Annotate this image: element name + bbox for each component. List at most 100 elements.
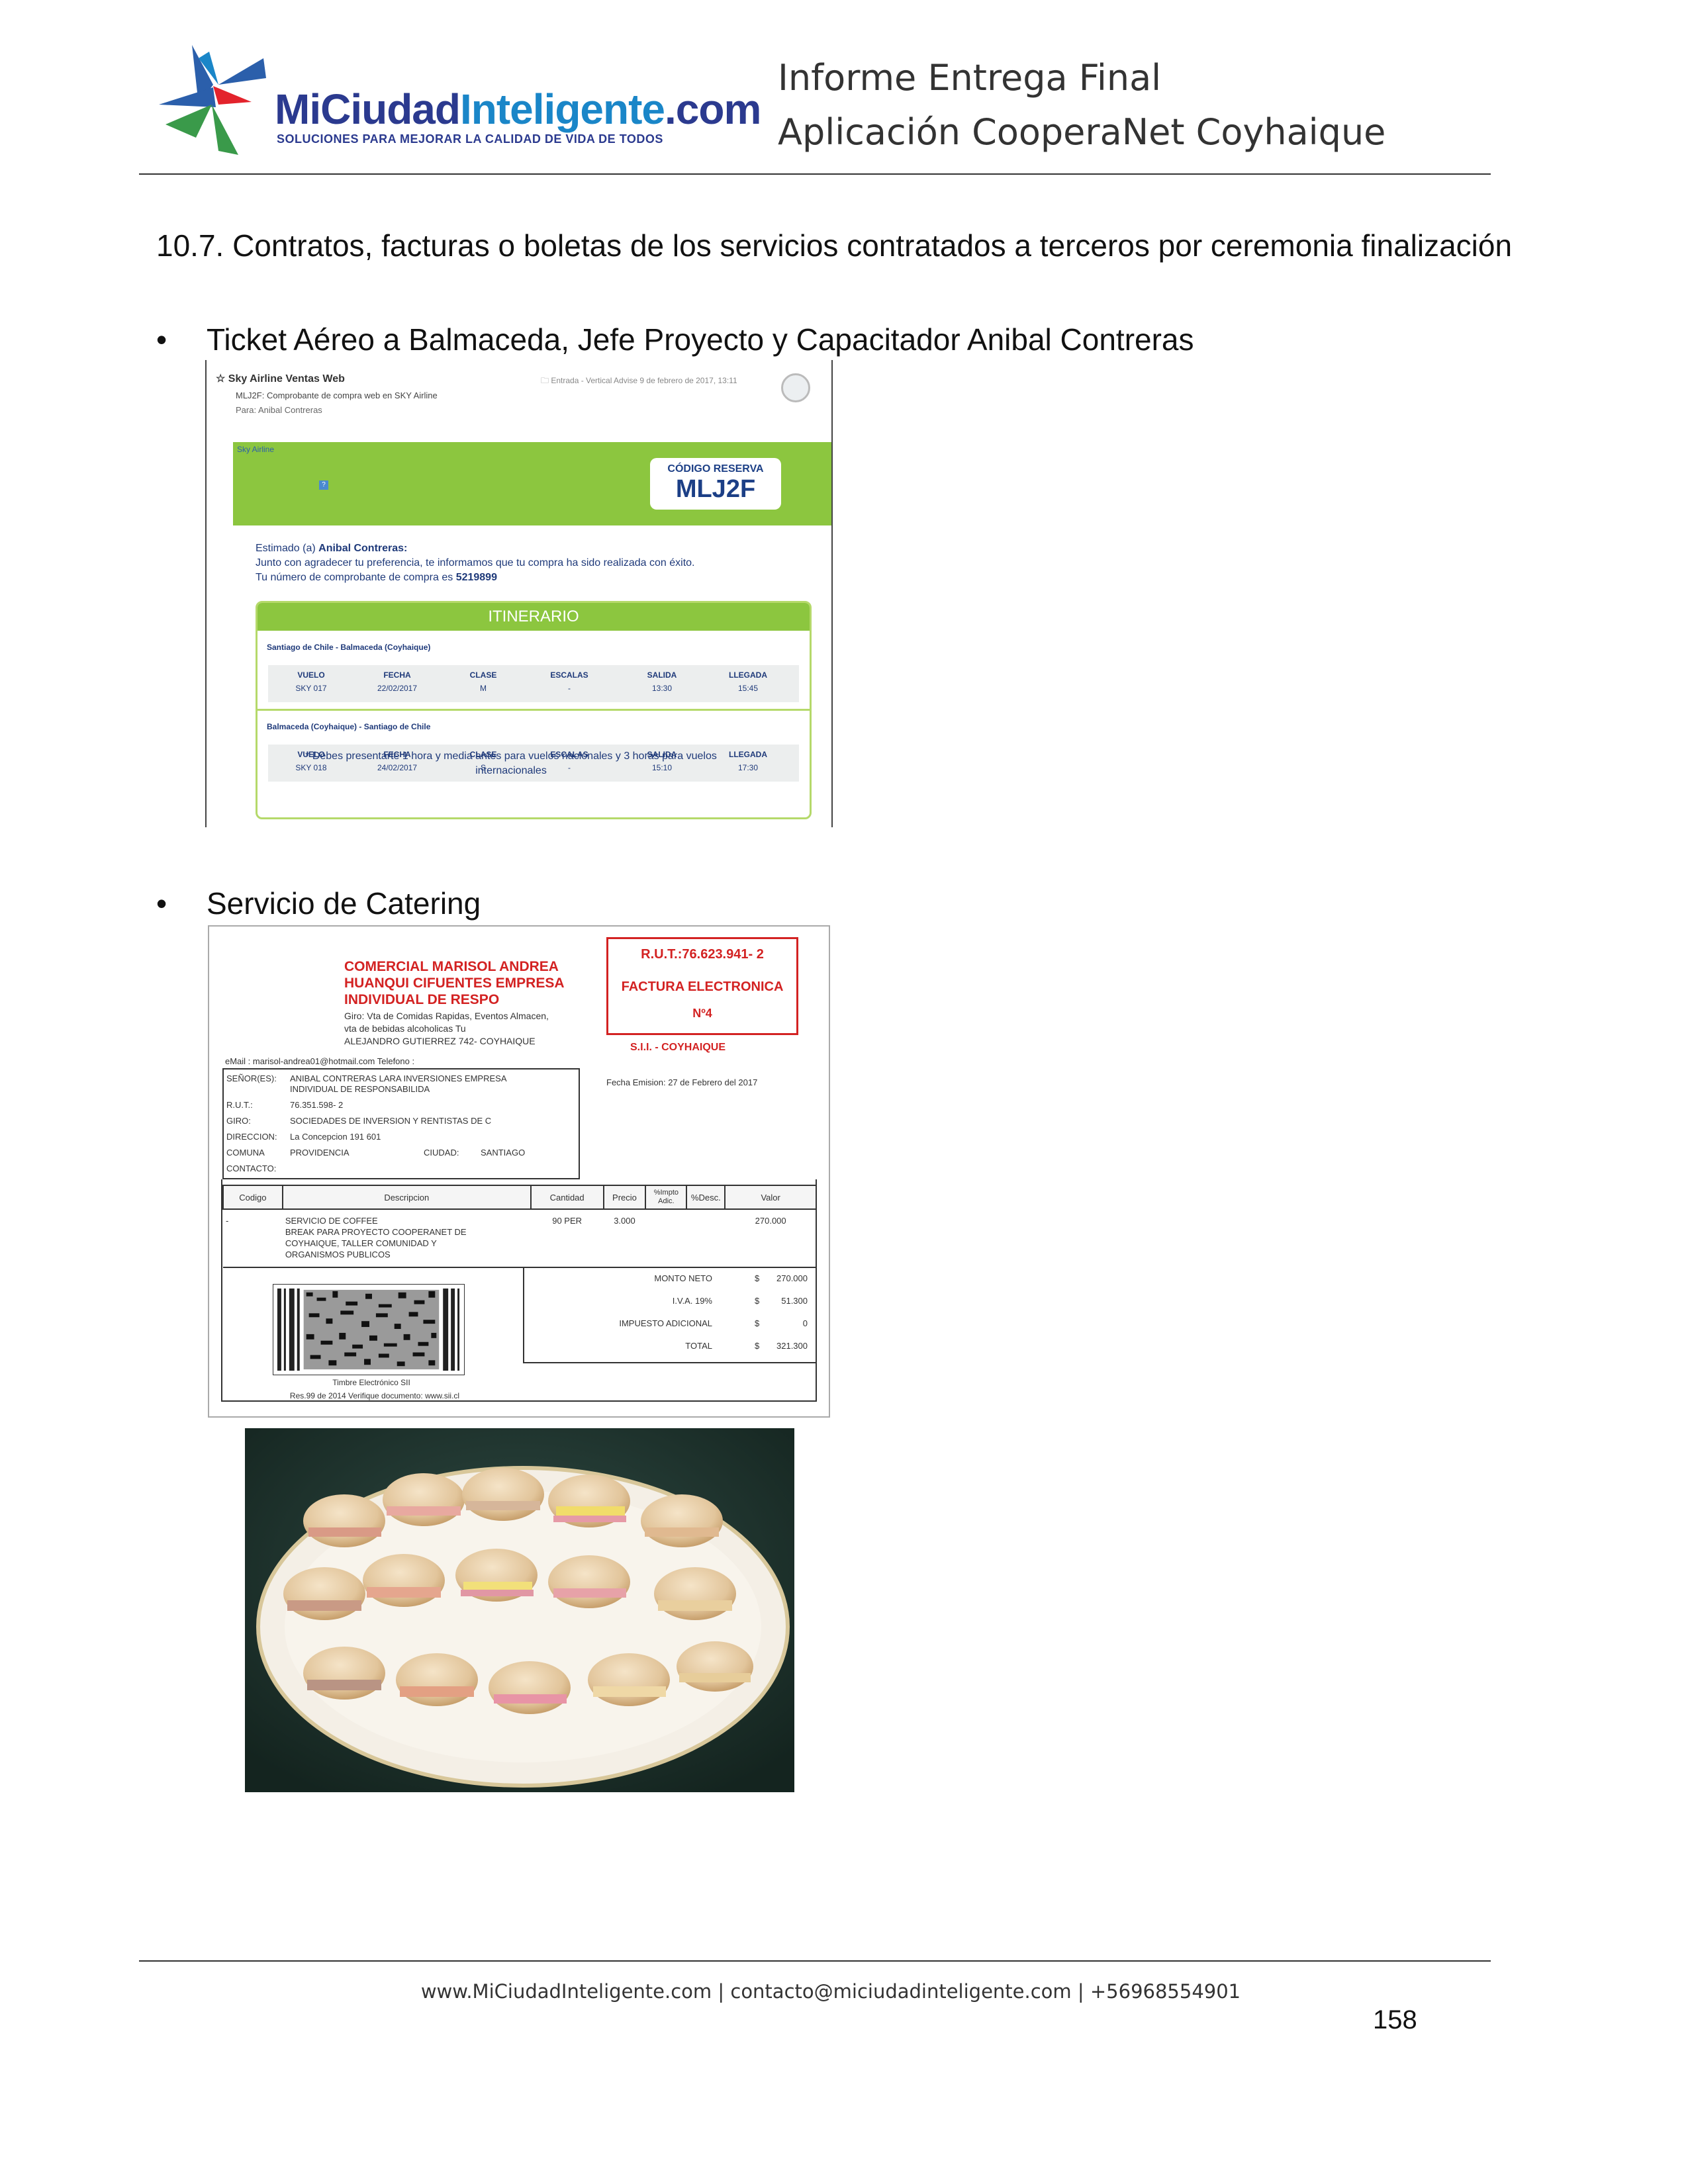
leg-value: SKY 017 — [295, 684, 327, 693]
greeting-prefix: Estimado (a) — [256, 543, 319, 554]
company-logo: MiCiudadInteligente.com SOLUCIONES PARA … — [152, 38, 761, 158]
issuer-line: HUANQUI CIFUENTES EMPRESA — [344, 976, 565, 991]
total-currency: $ — [755, 1341, 760, 1351]
note-line: * Debes presentarte 1 hora y media antes… — [305, 751, 717, 762]
total-value: 0 — [802, 1318, 808, 1328]
field-value: SOCIEDADES DE INVERSION Y RENTISTAS DE C — [290, 1116, 492, 1126]
total-value: 51.300 — [781, 1296, 808, 1306]
resolution-note: Res.99 de 2014 Verifique documento: www.… — [289, 1391, 460, 1400]
field-label: SEÑOR(ES): — [226, 1073, 277, 1083]
invoice-items-table: Codigo Descripcion Cantidad Precio %Impt… — [222, 1185, 817, 1268]
leg-divider — [258, 709, 810, 711]
client-rut-row: R.U.T.: 76.351.598- 2 — [226, 1100, 343, 1110]
receipt-text: Tu número de comprobante de compra es — [256, 572, 456, 583]
reservation-code: MLJ2F — [675, 475, 756, 503]
leg-header: SALIDA — [647, 670, 677, 680]
flight-leg-row: VUELO FECHA CLASE ESCALAS SALIDA LLEGADA… — [268, 665, 799, 702]
leg-route: Balmaceda (Coyhaique) - Santiago de Chil… — [267, 722, 431, 731]
item-discount — [686, 1209, 726, 1268]
bullet-icon: • — [156, 886, 167, 921]
client-giro-row: GIRO: SOCIEDADES DE INVERSION Y RENTISTAS… — [226, 1116, 491, 1126]
field-value: ANIBAL CONTRERAS LARA INVERSIONES EMPRES… — [290, 1073, 507, 1083]
leg-value: 13:30 — [651, 684, 673, 693]
client-name-row: SEÑOR(ES): ANIBAL CONTRERAS LARA INVERSIO… — [226, 1073, 507, 1083]
stamp-caption: Timbre Electrónico SII — [332, 1378, 410, 1387]
reservation-code-label: CÓDIGO RESERVA — [667, 463, 764, 475]
section-heading: 10.7. Contratos, facturas o boletas de l… — [156, 228, 1513, 263]
field-label: CONTACTO: — [226, 1163, 277, 1173]
catering-invoice-image: COMERCIAL MARISOL ANDREA HUANQUI CIFUENT… — [208, 925, 830, 1418]
leg-header: FECHA — [383, 670, 411, 680]
item-code: - — [223, 1209, 283, 1268]
total-value: 321.300 — [776, 1341, 808, 1351]
footer-text: www.MiCiudadInteligente.com | contacto@m… — [420, 1980, 1241, 2003]
invoice-id-box: R.U.T.:76.623.941- 2 FACTURA ELECTRONICA… — [606, 937, 798, 1035]
field-value: La Concepcion 191 601 — [290, 1132, 381, 1142]
column-header: %Desc. — [686, 1185, 726, 1210]
email-header: ☆ Sky Airline Ventas Web MLJ2F: Comproba… — [207, 360, 831, 442]
email-date: 🗀 Entrada - Vertical Advise 9 de febrero… — [541, 376, 737, 385]
ticket-greeting: Estimado (a) Anibal Contreras: Junto con… — [256, 541, 694, 585]
item-price: 3.000 — [603, 1209, 646, 1268]
item-tax — [645, 1209, 687, 1268]
total-label: TOTAL — [685, 1341, 712, 1351]
field-label: R.U.T.: — [226, 1100, 253, 1110]
total-currency: $ — [755, 1296, 760, 1306]
leg-header: ESCALAS — [550, 670, 588, 680]
client-address-row: DIRECCION: La Concepcion 191 601 — [226, 1132, 381, 1142]
logo-wordmark: MiCiudadInteligente.com — [275, 85, 761, 133]
receipt-number: 5219899 — [455, 572, 497, 583]
footer-contact: www.MiCiudadInteligente.com | contacto@m… — [0, 1980, 1688, 2003]
field-label: DIRECCION: — [226, 1132, 277, 1142]
table-row: - SERVICIO DE COFFEE BREAK PARA PROYECTO… — [223, 1209, 816, 1268]
leg-header: CLASE — [469, 670, 497, 680]
field-value: 76.351.598- 2 — [290, 1100, 344, 1110]
footer-divider — [139, 1960, 1491, 1962]
leg-route: Santiago de Chile - Balmaceda (Coyhaique… — [267, 643, 431, 652]
report-subtitle: Aplicación CooperaNet Coyhaique — [778, 111, 1386, 153]
report-title: Informe Entrega Final — [778, 57, 1162, 99]
document-number: Nº4 — [692, 1007, 712, 1020]
leg-value: 15:45 — [737, 684, 759, 693]
field-label: GIRO: — [226, 1116, 251, 1126]
email-sender: ☆ Sky Airline Ventas Web — [216, 373, 345, 385]
bullet-item-ticket: • Ticket Aéreo a Balmaceda, Jefe Proyecto… — [156, 322, 1194, 357]
issuer-name: COMERCIAL MARISOL ANDREA HUANQUI CIFUENT… — [344, 958, 565, 1008]
column-header: %Impto Adic. — [645, 1185, 688, 1210]
leg-header: LLEGADA — [729, 670, 767, 680]
avatar-icon — [781, 373, 810, 402]
description-line: SERVICIO DE COFFEE — [285, 1216, 378, 1226]
logo-tagline: SOLUCIONES PARA MEJORAR LA CALIDAD DE VI… — [277, 132, 663, 146]
sii-office: S.I.I. - COYHAIQUE — [630, 1042, 726, 1053]
sandwich-platter-image — [245, 1428, 794, 1792]
column-header: Codigo — [222, 1185, 283, 1210]
document-type: FACTURA ELECTRONICA — [621, 979, 784, 994]
page-number: 158 — [1373, 2005, 1417, 2034]
column-header: Descripcion — [281, 1185, 532, 1210]
description-line: COYHAIQUE, TALLER COMUNIDAD Y — [285, 1238, 437, 1248]
column-header: Valor — [724, 1185, 817, 1210]
client-comuna-row: COMUNA PROVIDENCIA CIUDAD: SANTIAGO — [226, 1148, 577, 1158]
catering-food-photo — [245, 1428, 794, 1792]
issue-date: Fecha Emision: 27 de Febrero del 2017 — [606, 1077, 758, 1087]
bullet-icon: • — [156, 322, 167, 357]
broken-image-icon: ? — [319, 480, 328, 490]
description-line: ORGANISMOS PUBLICOS — [285, 1250, 391, 1259]
field-label: CIUDAD: — [424, 1148, 459, 1158]
itinerary-note: * Debes presentarte 1 hora y media antes… — [246, 749, 776, 778]
issuer-address: ALEJANDRO GUTIERREZ 742- COYHAIQUE — [344, 1036, 536, 1046]
issuer-giro: vta de bebidas alcoholicas Tu — [344, 1023, 466, 1034]
bullet-text: Ticket Aéreo a Balmaceda, Jefe Proyecto … — [207, 322, 1194, 357]
email-subject: MLJ2F: Comprobante de compra web en SKY … — [236, 390, 438, 400]
issuer-details: Giro: Vta de Comidas Rapidas, Eventos Al… — [344, 1010, 549, 1048]
reservation-code-box: CÓDIGO RESERVA MLJ2F — [650, 458, 781, 510]
issuer-rut: R.U.T.:76.623.941- 2 — [641, 947, 764, 962]
leg-value: - — [568, 684, 571, 693]
total-currency: $ — [755, 1273, 760, 1283]
passenger-name: Anibal Contreras: — [318, 543, 408, 554]
issuer-line: INDIVIDUAL DE RESPO — [344, 992, 500, 1007]
header-divider — [139, 173, 1491, 175]
item-value: 270.000 — [725, 1209, 816, 1268]
itinerary-title: ITINERARIO — [258, 603, 810, 631]
electronic-stamp-barcode — [273, 1284, 465, 1375]
